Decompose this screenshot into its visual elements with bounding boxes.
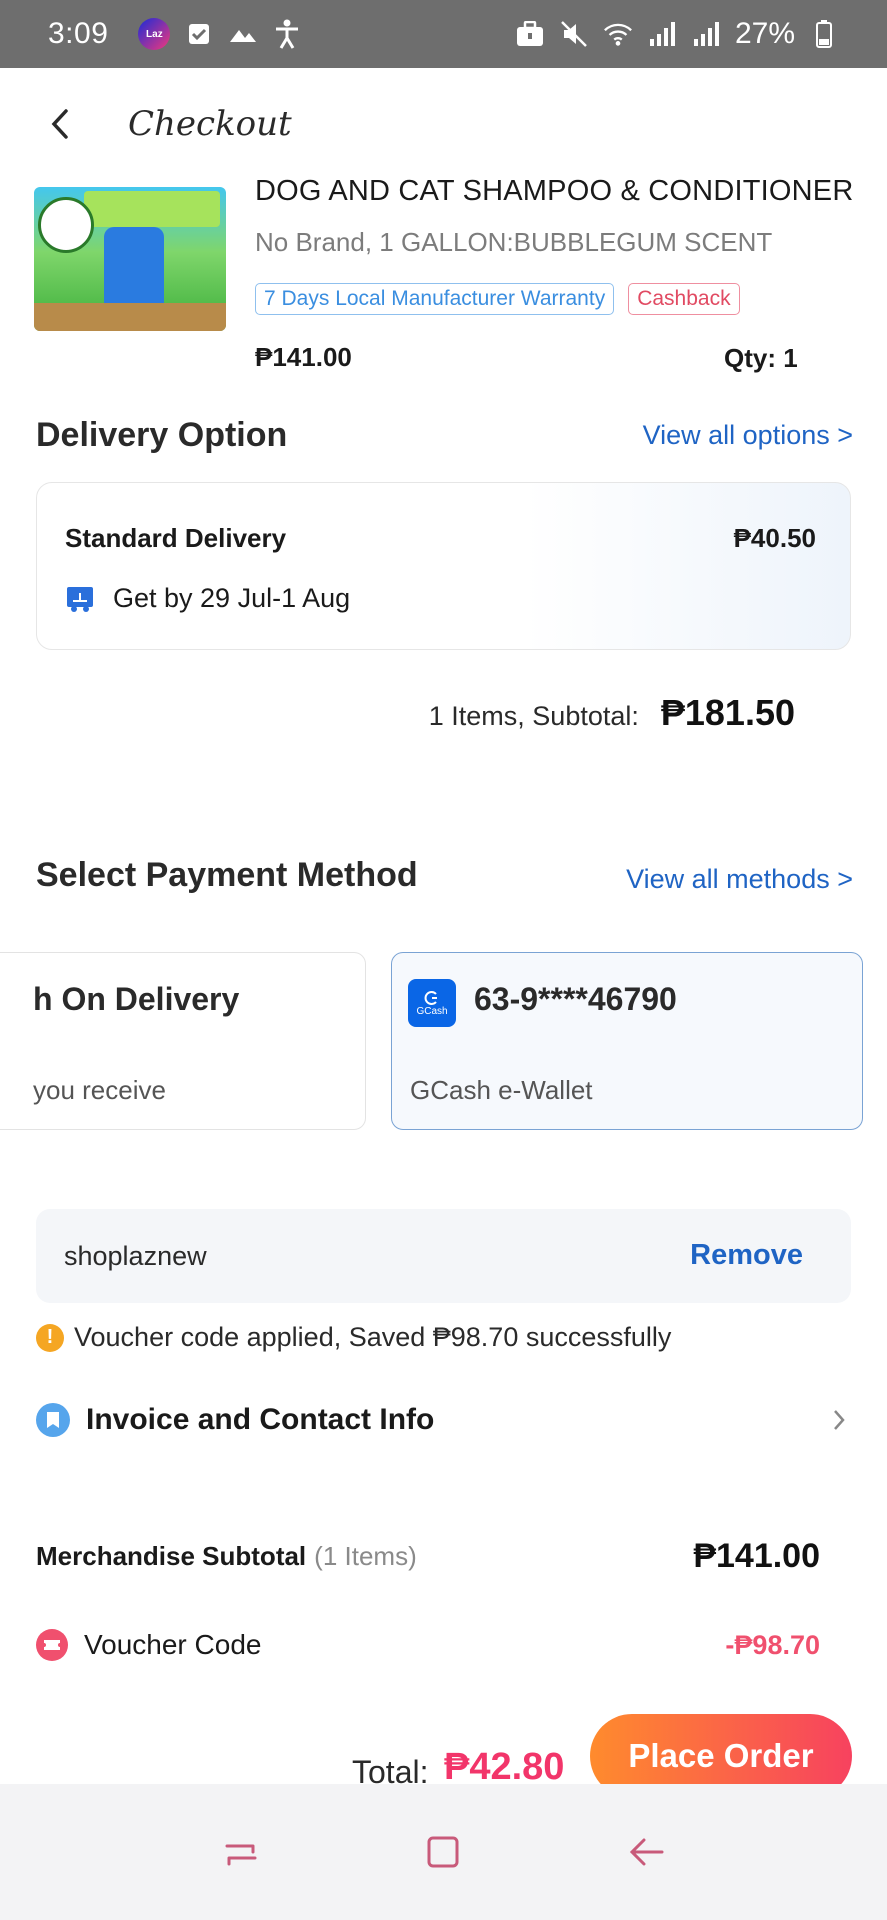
recent-apps-button[interactable] bbox=[216, 1827, 266, 1877]
signal-icon bbox=[691, 19, 721, 49]
back-nav-button[interactable] bbox=[621, 1827, 671, 1877]
total-value: ₱42.80 bbox=[444, 1746, 565, 1788]
invoice-icon bbox=[36, 1403, 70, 1437]
delivery-eta-text: Get by 29 Jul-1 Aug bbox=[113, 583, 351, 613]
payment-section-title: Select Payment Method bbox=[36, 856, 418, 894]
product-image[interactable] bbox=[34, 187, 226, 331]
voucher-code-text: shoplaznew bbox=[64, 1241, 207, 1271]
back-arrow-icon bbox=[629, 1838, 664, 1866]
status-left: 3:09 Laz bbox=[48, 17, 302, 51]
chevron-left-icon bbox=[51, 109, 68, 139]
briefcase-icon bbox=[515, 19, 545, 49]
delivery-section-title: Delivery Option bbox=[36, 416, 288, 454]
subtotal-row: 1 Items, Subtotal: ₱181.50 bbox=[429, 692, 795, 734]
voucher-code-row: Voucher Code -₱98.70 bbox=[36, 1629, 820, 1661]
recent-apps-icon bbox=[225, 1844, 257, 1866]
battery-percent: 27% bbox=[734, 17, 795, 50]
back-button[interactable] bbox=[38, 102, 82, 146]
wifi-icon bbox=[603, 19, 633, 49]
accessibility-icon bbox=[272, 19, 302, 49]
invoice-label: Invoice and Contact Info bbox=[86, 1403, 435, 1436]
payment-method-title: 63-9****46790 bbox=[474, 981, 677, 1017]
payment-method-subtitle: GCash e-Wallet bbox=[410, 1075, 593, 1105]
home-button[interactable] bbox=[418, 1827, 468, 1877]
merch-subtotal-count: (1 Items) bbox=[314, 1541, 417, 1571]
signal-icon bbox=[647, 19, 677, 49]
cashback-tag: Cashback bbox=[628, 283, 740, 315]
merchandise-subtotal-row: Merchandise Subtotal (1 Items) ₱141.00 bbox=[36, 1537, 820, 1576]
voucher-code-value: -₱98.70 bbox=[725, 1629, 820, 1660]
product-tags: 7 Days Local Manufacturer Warranty Cashb… bbox=[255, 283, 740, 315]
exclamation-icon: ! bbox=[36, 1323, 64, 1352]
checkout-header: Checkout bbox=[0, 68, 887, 180]
payment-method-title: h On Delivery bbox=[33, 981, 240, 1017]
voucher-message: ! Voucher code applied, Saved ₱98.70 suc… bbox=[36, 1322, 671, 1353]
mute-icon bbox=[559, 19, 589, 49]
chevron-right-icon bbox=[827, 1405, 851, 1435]
checkbox-icon bbox=[184, 19, 214, 49]
product-image-banner bbox=[84, 191, 220, 227]
warranty-tag: 7 Days Local Manufacturer Warranty bbox=[255, 283, 615, 315]
page-title: Checkout bbox=[128, 104, 292, 144]
product-name[interactable]: DOG AND CAT SHAMPOO & CONDITIONER bbox=[255, 175, 853, 208]
merch-subtotal-value: ₱141.00 bbox=[693, 1537, 820, 1575]
subtotal-value: ₱181.50 bbox=[660, 692, 795, 733]
status-time: 3:09 bbox=[48, 17, 109, 50]
subtotal-label: 1 Items, Subtotal: bbox=[428, 701, 639, 731]
voucher-message-text: Voucher code applied, Saved ₱98.70 succe… bbox=[74, 1322, 672, 1352]
product-image-logo bbox=[38, 197, 94, 253]
status-right: 27% bbox=[515, 17, 839, 51]
system-nav-bar bbox=[0, 1784, 887, 1920]
product-image-floor bbox=[34, 303, 226, 331]
delivery-option-card[interactable]: Standard Delivery ₱40.50 Get by 29 Jul-1… bbox=[36, 482, 851, 650]
lazada-app-icon: Laz bbox=[138, 18, 171, 50]
payment-method-subtitle: you receive bbox=[33, 1075, 166, 1105]
voucher-code-label: Voucher Code bbox=[84, 1629, 262, 1660]
voucher-code-box: shoplaznew Remove bbox=[36, 1209, 851, 1303]
view-all-methods-link[interactable]: View all methods > bbox=[626, 864, 853, 895]
product-price: ₱141.00 bbox=[255, 342, 352, 372]
gcash-logo-text: GCash bbox=[416, 1005, 448, 1017]
payment-method-gcash[interactable]: GCash 63-9****46790 GCash e-Wallet bbox=[391, 952, 863, 1130]
battery-icon bbox=[809, 19, 839, 49]
invoice-contact-row[interactable]: Invoice and Contact Info bbox=[36, 1398, 851, 1442]
status-bar: 3:09 Laz 27% bbox=[0, 0, 887, 68]
product-item: DOG AND CAT SHAMPOO & CONDITIONER No Bra… bbox=[0, 175, 887, 375]
delivery-option-name: Standard Delivery bbox=[65, 523, 287, 553]
delivery-option-price: ₱40.50 bbox=[733, 523, 816, 553]
product-variant: No Brand, 1 GALLON:BUBBLEGUM SCENT bbox=[255, 227, 773, 257]
voucher-icon bbox=[36, 1629, 68, 1661]
view-all-options-link[interactable]: View all options > bbox=[643, 420, 853, 451]
remove-voucher-button[interactable]: Remove bbox=[690, 1239, 803, 1272]
delivery-eta: Get by 29 Jul-1 Aug bbox=[65, 583, 350, 614]
product-qty: Qty: 1 bbox=[724, 343, 798, 373]
gcash-logo-icon: GCash bbox=[408, 979, 456, 1027]
home-square-icon bbox=[427, 1836, 459, 1868]
payment-method-cod[interactable]: h On Delivery you receive bbox=[0, 952, 366, 1130]
truck-icon bbox=[65, 585, 95, 613]
merch-subtotal-label: Merchandise Subtotal bbox=[36, 1541, 307, 1571]
mountain-icon bbox=[228, 19, 258, 49]
